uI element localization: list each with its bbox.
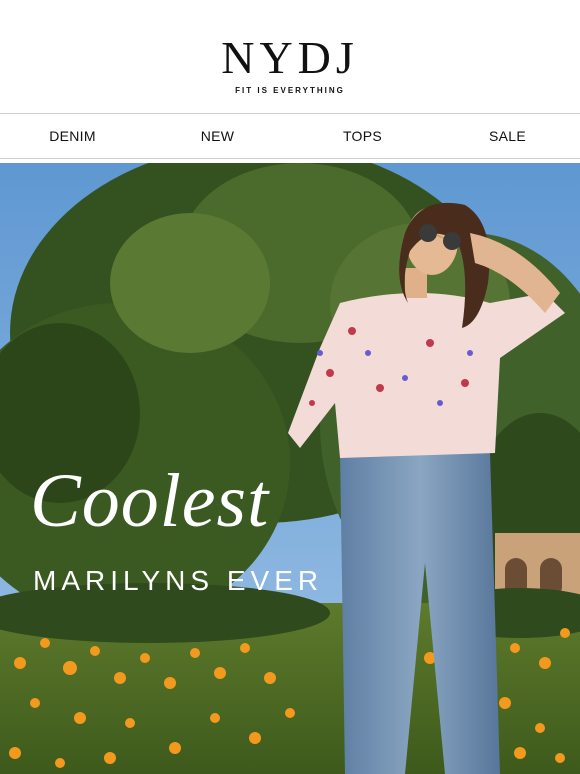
- hero-headline: Coolest: [30, 459, 270, 543]
- hero-banner[interactable]: Coolest MARILYNS EVER: [0, 163, 580, 774]
- brand-tagline: FIT IS EVERYTHING: [235, 86, 345, 95]
- nav-item-sale[interactable]: SALE: [435, 128, 580, 144]
- nav-item-tops[interactable]: TOPS: [290, 128, 435, 144]
- nav-item-denim[interactable]: DENIM: [0, 128, 145, 144]
- hero-subline: MARILYNS EVER: [33, 565, 324, 596]
- nav-item-new[interactable]: NEW: [145, 128, 290, 144]
- category-nav: DENIM NEW TOPS SALE: [0, 113, 580, 159]
- email-header: NYDJ FIT IS EVERYTHING: [0, 0, 580, 113]
- brand-logo[interactable]: NYDJ: [0, 34, 580, 82]
